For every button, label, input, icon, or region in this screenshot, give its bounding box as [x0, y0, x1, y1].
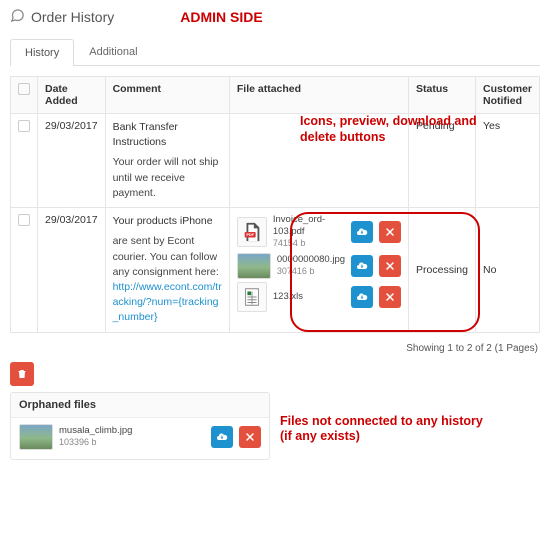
cell-comment: Your products iPhone are sent by Econt c… [113, 214, 222, 326]
download-button[interactable] [211, 426, 233, 448]
orphaned-files-title: Orphaned files [11, 393, 269, 418]
cell-date: 29/03/2017 [38, 208, 106, 333]
download-button[interactable] [351, 286, 373, 308]
download-button[interactable] [351, 255, 373, 277]
cell-notified: Yes [475, 114, 539, 208]
col-comment: Comment [105, 77, 229, 114]
delete-button[interactable] [379, 255, 401, 277]
col-file: File attached [229, 77, 408, 114]
table-row: 29/03/2017 Your products iPhone are sent… [11, 208, 540, 333]
cell-comment: Bank Transfer Instructions Your order wi… [113, 120, 222, 201]
row-checkbox[interactable] [18, 120, 30, 132]
file-item: Invoice_ord-103.pdf74154 b [237, 214, 401, 250]
file-item: musala_climb.jpg103396 b [19, 424, 261, 450]
cell-notified: No [475, 208, 539, 333]
col-status: Status [409, 77, 476, 114]
col-date: Date Added [38, 77, 106, 114]
page-title: Order History [31, 9, 114, 25]
cell-status: Pending [409, 114, 476, 208]
delete-button[interactable] [379, 286, 401, 308]
history-table: Date Added Comment File attached Status … [10, 76, 540, 333]
row-checkbox[interactable] [18, 214, 30, 226]
table-row: 29/03/2017 Bank Transfer Instructions Yo… [11, 114, 540, 208]
file-item: 123.xls [237, 282, 401, 312]
tabs: History Additional [10, 38, 540, 66]
tab-additional[interactable]: Additional [74, 38, 152, 65]
pager: Showing 1 to 2 of 2 (1 Pages) [0, 343, 550, 362]
cell-date: 29/03/2017 [38, 114, 106, 208]
pdf-icon[interactable] [237, 217, 267, 247]
file-item: 0000000080.jpg307416 b [237, 253, 401, 279]
download-button[interactable] [351, 221, 373, 243]
tab-history[interactable]: History [10, 39, 74, 66]
orphaned-files-panel: Orphaned files musala_climb.jpg103396 b [10, 392, 270, 460]
xls-icon[interactable] [237, 282, 267, 312]
admin-side-label: ADMIN SIDE [180, 9, 262, 25]
cell-status: Processing [409, 208, 476, 333]
tracking-link[interactable]: http://www.econt.com/tracking/?num={trac… [113, 281, 222, 323]
delete-button[interactable] [379, 221, 401, 243]
image-icon[interactable] [19, 424, 53, 450]
comment-icon [10, 8, 25, 26]
callout-orphans-text: Files not connected to any history (if a… [280, 414, 490, 445]
select-all-checkbox[interactable] [18, 83, 30, 95]
image-icon[interactable] [237, 253, 271, 279]
col-notified: Customer Notified [475, 77, 539, 114]
delete-selected-button[interactable] [10, 362, 34, 386]
delete-button[interactable] [239, 426, 261, 448]
